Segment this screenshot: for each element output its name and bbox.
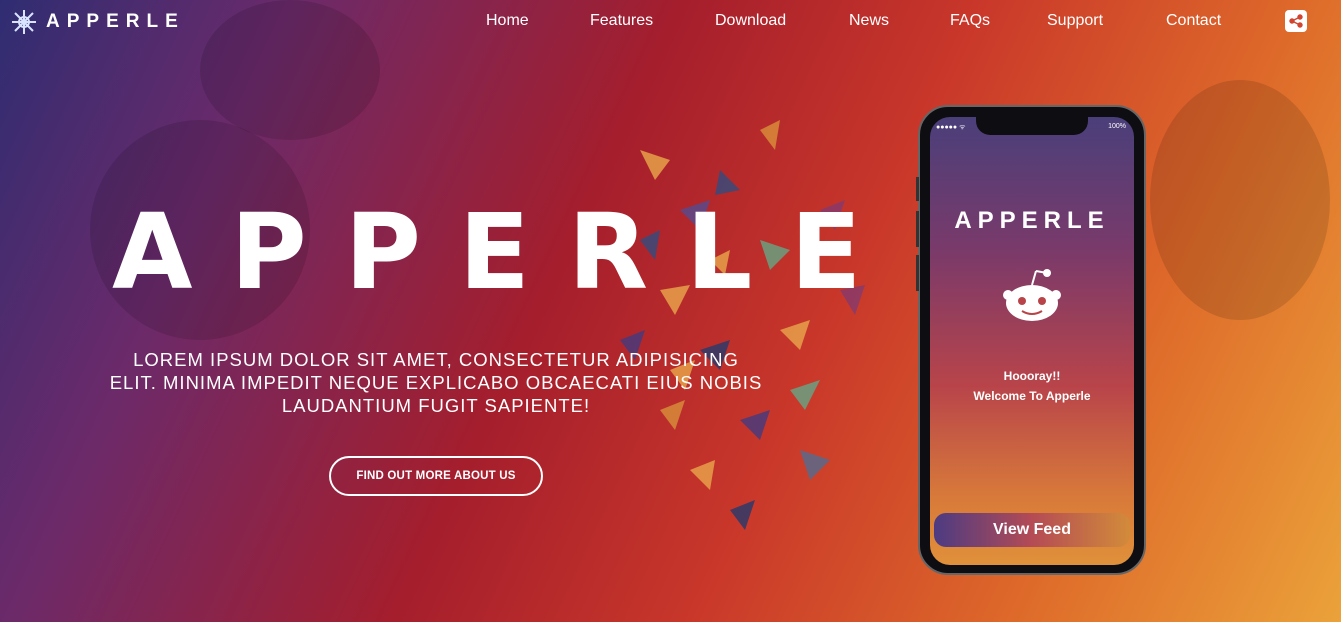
site-logo[interactable]: APPERLE xyxy=(10,8,185,36)
phone-message-line2: Welcome To Apperle xyxy=(973,389,1091,403)
view-feed-button[interactable]: View Feed xyxy=(934,513,1130,547)
nav-contact[interactable]: Contact xyxy=(1166,12,1221,30)
phone-side-button xyxy=(916,177,919,201)
reddit-alien-icon xyxy=(1003,269,1061,321)
phone-message-line1: Hoooray!! xyxy=(1003,369,1061,383)
phone-logo: APPERLE xyxy=(954,207,1110,234)
nav-home[interactable]: Home xyxy=(486,12,529,30)
find-out-more-button[interactable]: FIND OUT MORE ABOUT US xyxy=(329,456,543,496)
phone-notch xyxy=(976,117,1088,135)
share-button[interactable] xyxy=(1285,10,1307,32)
nav-download[interactable]: Download xyxy=(715,12,786,30)
nav-support[interactable]: Support xyxy=(1047,12,1103,30)
nav-features[interactable]: Features xyxy=(590,12,653,30)
phone-side-button xyxy=(916,211,919,247)
hero-text: LOREM IPSUM DOLOR SIT AMET, CONSECTETUR … xyxy=(109,349,763,416)
nav-faqs[interactable]: FAQs xyxy=(950,12,990,30)
phone-status-signal: ●●●●● ᯤ xyxy=(936,124,966,131)
snowflake-logo-icon xyxy=(12,10,36,34)
site-header: APPERLE Home Features Download News FAQs… xyxy=(0,0,1341,44)
phone-mockup: ●●●●● ᯤ 100% APPERLE Hoooray!! Welcome T… xyxy=(916,105,1146,575)
phone-screen: ●●●●● ᯤ 100% APPERLE Hoooray!! Welcome T… xyxy=(930,117,1134,565)
hero-title: APPERLE xyxy=(112,191,900,313)
logo-text: APPERLE xyxy=(46,11,185,32)
phone-side-button xyxy=(916,255,919,291)
share-icon xyxy=(1289,14,1303,28)
nav-news[interactable]: News xyxy=(849,12,889,30)
phone-status-battery: 100% xyxy=(1108,123,1126,130)
background-decoration xyxy=(1150,80,1330,320)
